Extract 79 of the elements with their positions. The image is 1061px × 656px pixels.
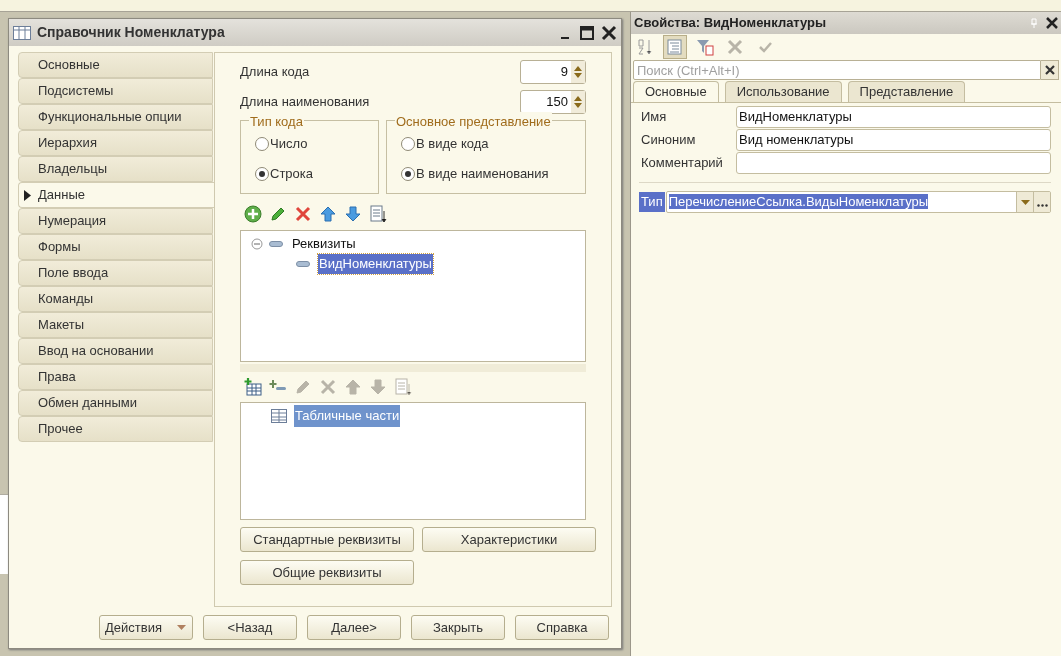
- ellipsis-icon[interactable]: [1036, 204, 1048, 207]
- sidebar-tab[interactable]: Прочее: [18, 416, 213, 442]
- sidebar-tab[interactable]: Команды: [18, 286, 213, 312]
- sidebar-tab[interactable]: Данные: [18, 182, 214, 208]
- radio-button[interactable]: [401, 137, 415, 151]
- close-icon[interactable]: [601, 24, 617, 41]
- button[interactable]: <Назад: [203, 615, 297, 640]
- table-icon: [271, 409, 287, 423]
- radio-button[interactable]: [401, 167, 415, 181]
- clear-button[interactable]: [1041, 60, 1059, 80]
- sidebar-tab[interactable]: Нумерация: [18, 208, 213, 234]
- text-field[interactable]: [736, 151, 1051, 174]
- close-icon[interactable]: [1046, 17, 1058, 29]
- tree-item[interactable]: Реквизиты: [291, 233, 357, 254]
- sidebar-tab[interactable]: Функциональные опции: [18, 104, 213, 130]
- tab[interactable]: Представление: [847, 81, 966, 102]
- selected-arrow-icon: [24, 189, 31, 201]
- radio-button[interactable]: [255, 167, 269, 181]
- search-field[interactable]: Поиск (Ctrl+Alt+I): [633, 60, 1041, 80]
- button[interactable]: Характеристики: [422, 527, 596, 552]
- sidebar-tab[interactable]: Права: [18, 364, 213, 390]
- tree-list-icon[interactable]: [666, 38, 684, 56]
- radio-button[interactable]: [255, 137, 269, 151]
- sidebar-tab[interactable]: Ввод на основании: [18, 338, 213, 364]
- field-label: Комментарий: [641, 153, 724, 172]
- button[interactable]: Общие реквизиты: [240, 560, 414, 585]
- button[interactable]: Закрыть: [411, 615, 505, 640]
- radio-label[interactable]: В виде наименования: [416, 164, 549, 184]
- add-table-icon[interactable]: [244, 378, 262, 396]
- number-field[interactable]: 9: [520, 60, 586, 84]
- radio-label[interactable]: В виде кода: [416, 134, 489, 154]
- tree-item[interactable]: ВидНоменклатуры: [318, 254, 433, 274]
- radio-label[interactable]: Число: [270, 134, 308, 154]
- spin-down-icon[interactable]: [574, 103, 582, 108]
- sort-icon[interactable]: [636, 38, 654, 56]
- sidebar-tab[interactable]: Подсистемы: [18, 78, 213, 104]
- radio-label[interactable]: Строка: [270, 164, 313, 184]
- table-icon: [13, 25, 31, 40]
- attribute-icon: [269, 240, 285, 247]
- delete-icon[interactable]: [294, 205, 312, 223]
- maximize-icon[interactable]: [579, 24, 595, 41]
- spin-up-icon[interactable]: [574, 96, 582, 101]
- field-label: Длина наименования: [240, 93, 371, 112]
- field-label: Синоним: [641, 130, 697, 149]
- dropdown-button[interactable]: Действия: [99, 615, 193, 640]
- button[interactable]: Справка: [515, 615, 609, 640]
- panel-title: Свойства: ВидНоменклатуры: [634, 14, 828, 33]
- caret-icon: [177, 625, 186, 630]
- arrow-up-icon[interactable]: [319, 205, 337, 223]
- list-sort-icon[interactable]: [369, 205, 387, 223]
- field-label: Имя: [641, 107, 668, 126]
- sidebar-tab[interactable]: Обмен данными: [18, 390, 213, 416]
- text-field[interactable]: Вид номенклатуры: [736, 128, 1051, 151]
- arrow-down-icon[interactable]: [344, 205, 362, 223]
- window-title: Справочник Номенклатура: [37, 23, 226, 42]
- button[interactable]: Стандартные реквизиты: [240, 527, 414, 552]
- spin-up-icon[interactable]: [574, 66, 582, 71]
- field-label: Длина кода: [240, 63, 311, 82]
- type-field[interactable]: ПеречислениеСсылка.ВидыНоменклатуры: [665, 191, 1051, 213]
- pencil-icon[interactable]: [269, 205, 287, 223]
- attribute-icon: [296, 261, 312, 267]
- tab[interactable]: Основные: [633, 81, 719, 102]
- sidebar-tab[interactable]: Иерархия: [18, 130, 213, 156]
- filter-icon[interactable]: [696, 38, 714, 56]
- spin-down-icon[interactable]: [574, 73, 582, 78]
- sidebar-tab[interactable]: Макеты: [18, 312, 213, 338]
- text-field[interactable]: ВидНоменклатуры: [736, 105, 1051, 128]
- add-icon[interactable]: [244, 205, 262, 223]
- dropdown-caret-icon[interactable]: [1020, 199, 1030, 205]
- sidebar-tab[interactable]: Формы: [18, 234, 213, 260]
- sidebar-tab[interactable]: Поле ввода: [18, 260, 213, 286]
- button[interactable]: Далее>: [307, 615, 401, 640]
- tab[interactable]: Использование: [724, 81, 842, 102]
- sidebar-tab[interactable]: Владельцы: [18, 156, 213, 182]
- sidebar-tab[interactable]: Основные: [18, 52, 213, 78]
- number-field[interactable]: 150: [520, 90, 586, 114]
- group-title: Основное представление: [395, 112, 552, 132]
- field-label: Тип: [639, 192, 665, 212]
- clear-icon[interactable]: [1044, 65, 1055, 75]
